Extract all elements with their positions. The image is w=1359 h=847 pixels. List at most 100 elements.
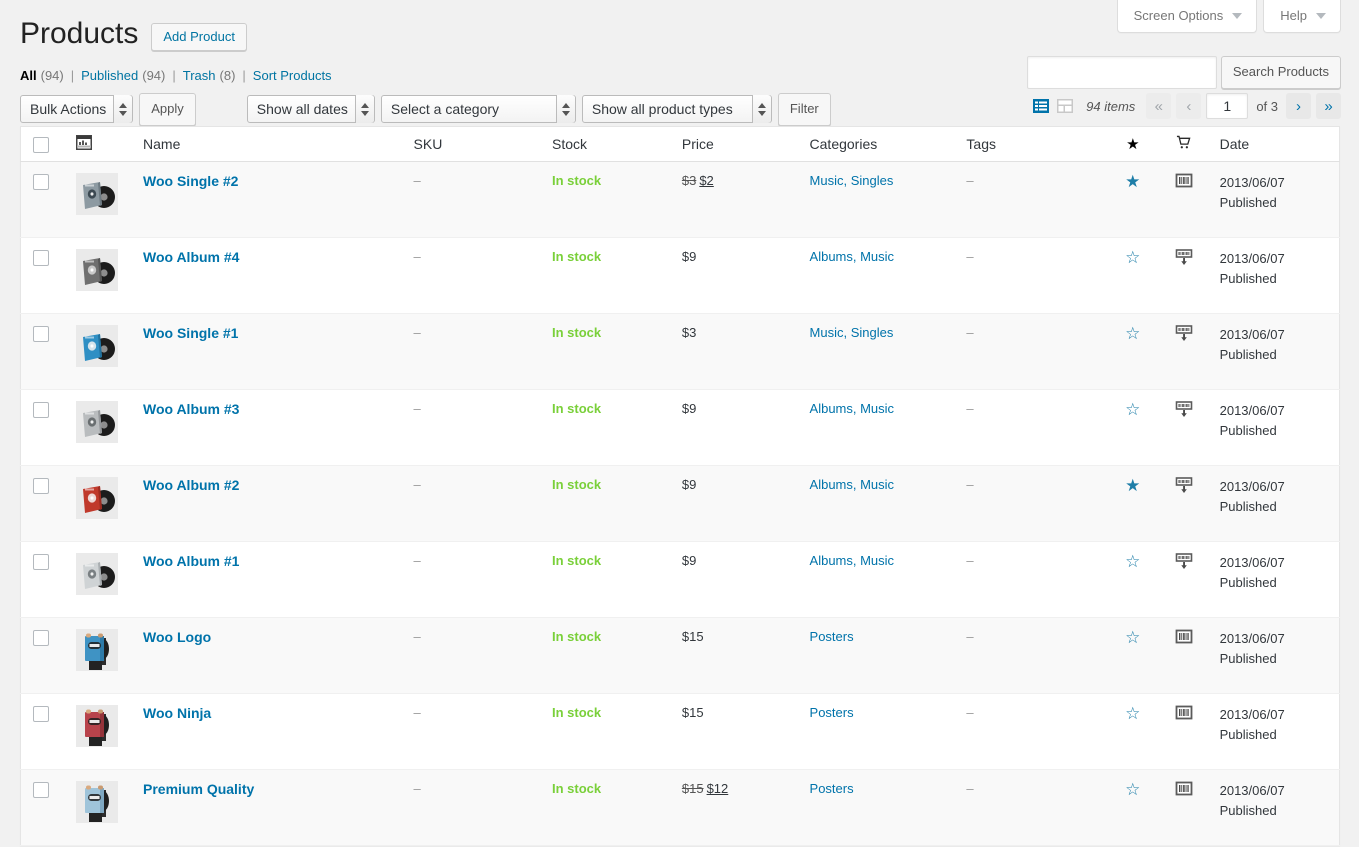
product-category-link[interactable]: Albums, Music bbox=[810, 477, 895, 492]
product-name-link[interactable]: Woo Ninja bbox=[143, 705, 211, 721]
sku-value: – bbox=[414, 629, 421, 644]
prev-page-button[interactable]: ‹ bbox=[1176, 93, 1201, 119]
featured-star-icon[interactable]: ☆ bbox=[1125, 248, 1140, 267]
product-category-link[interactable]: Music, Singles bbox=[810, 325, 894, 340]
product-category-link[interactable]: Albums, Music bbox=[810, 401, 895, 416]
excerpt-view-icon[interactable] bbox=[1055, 96, 1075, 116]
product-name-link[interactable]: Woo Album #2 bbox=[143, 477, 239, 493]
featured-star-icon[interactable]: ☆ bbox=[1125, 324, 1140, 343]
product-name-link[interactable]: Woo Album #1 bbox=[143, 553, 239, 569]
view-trash-link[interactable]: Trash bbox=[183, 68, 216, 83]
categories-header[interactable]: Categories bbox=[800, 127, 957, 162]
category-filter-select[interactable]: Select a category bbox=[381, 95, 576, 123]
sku-value: – bbox=[414, 477, 421, 492]
product-thumbnail[interactable] bbox=[76, 553, 118, 595]
featured-header[interactable]: ★ bbox=[1108, 127, 1158, 162]
table-row: Premium Quality – In stock $15$12 Poster… bbox=[21, 770, 1340, 846]
product-thumbnail[interactable] bbox=[76, 705, 118, 747]
date-header[interactable]: Date bbox=[1210, 127, 1340, 162]
row-date-cell: 2013/06/07 Published bbox=[1210, 618, 1340, 694]
product-thumbnail[interactable] bbox=[76, 629, 118, 671]
select-all-checkbox[interactable] bbox=[33, 137, 49, 153]
product-thumbnail[interactable] bbox=[76, 781, 118, 823]
product-name-link[interactable]: Woo Single #1 bbox=[143, 325, 238, 341]
row-stock-cell: In stock bbox=[542, 238, 672, 314]
row-select-cell bbox=[21, 238, 66, 314]
row-date-cell: 2013/06/07 Published bbox=[1210, 162, 1340, 238]
tags-value: – bbox=[966, 173, 973, 188]
product-category-link[interactable]: Posters bbox=[810, 705, 854, 720]
last-page-button[interactable]: » bbox=[1316, 93, 1341, 119]
row-sku-cell: – bbox=[404, 238, 543, 314]
simple-product-icon bbox=[1175, 633, 1193, 648]
table-row: Woo Album #3 – In stock $9 Albums, Music… bbox=[21, 390, 1340, 466]
product-thumbnail[interactable] bbox=[76, 249, 118, 291]
row-name-cell: Woo Album #1 bbox=[133, 542, 404, 618]
search-input[interactable] bbox=[1027, 56, 1217, 89]
view-published-link[interactable]: Published bbox=[81, 68, 138, 83]
date-filter-select[interactable]: Show all dates bbox=[247, 95, 375, 123]
product-type-filter-select[interactable]: Show all product types bbox=[582, 95, 772, 123]
help-tab[interactable]: Help bbox=[1263, 0, 1341, 33]
add-product-button[interactable]: Add Product bbox=[151, 23, 247, 51]
tags-header[interactable]: Tags bbox=[956, 127, 1107, 162]
product-name-link[interactable]: Woo Album #3 bbox=[143, 401, 239, 417]
product-category-link[interactable]: Music, Singles bbox=[810, 173, 894, 188]
next-page-button[interactable]: › bbox=[1286, 93, 1311, 119]
product-name-link[interactable]: Premium Quality bbox=[143, 781, 254, 797]
price-header[interactable]: Price bbox=[672, 127, 800, 162]
product-name-link[interactable]: Woo Logo bbox=[143, 629, 211, 645]
first-page-button[interactable]: « bbox=[1146, 93, 1171, 119]
product-thumbnail[interactable] bbox=[76, 401, 118, 443]
product-thumbnail[interactable] bbox=[76, 325, 118, 367]
featured-star-icon[interactable]: ★ bbox=[1125, 172, 1140, 191]
row-checkbox[interactable] bbox=[33, 630, 49, 646]
stock-header[interactable]: Stock bbox=[542, 127, 672, 162]
sort-products-link[interactable]: Sort Products bbox=[253, 68, 332, 83]
featured-star-icon[interactable]: ☆ bbox=[1125, 552, 1140, 571]
featured-star-icon[interactable]: ☆ bbox=[1125, 400, 1140, 419]
product-category-link[interactable]: Posters bbox=[810, 781, 854, 796]
row-checkbox[interactable] bbox=[33, 326, 49, 342]
table-body: Woo Single #2 – In stock $3$2 Music, Sin… bbox=[21, 162, 1340, 846]
featured-star-icon[interactable]: ☆ bbox=[1125, 780, 1140, 799]
product-thumbnail[interactable] bbox=[76, 477, 118, 519]
row-checkbox[interactable] bbox=[33, 554, 49, 570]
bulk-actions-select[interactable]: Bulk Actions bbox=[20, 95, 133, 123]
row-checkbox[interactable] bbox=[33, 250, 49, 266]
product-category-link[interactable]: Albums, Music bbox=[810, 249, 895, 264]
name-header[interactable]: Name bbox=[133, 127, 404, 162]
product-name-link[interactable]: Woo Single #2 bbox=[143, 173, 238, 189]
row-checkbox[interactable] bbox=[33, 402, 49, 418]
row-checkbox[interactable] bbox=[33, 706, 49, 722]
list-view-icon[interactable] bbox=[1031, 96, 1051, 116]
row-stock-cell: In stock bbox=[542, 694, 672, 770]
current-page-input[interactable] bbox=[1206, 93, 1248, 119]
product-thumbnail[interactable] bbox=[76, 173, 118, 215]
featured-star-icon[interactable]: ☆ bbox=[1125, 628, 1140, 647]
featured-star-icon[interactable]: ☆ bbox=[1125, 704, 1140, 723]
filter-button[interactable]: Filter bbox=[778, 93, 831, 126]
row-select-cell bbox=[21, 542, 66, 618]
row-thumbnail-cell bbox=[66, 694, 133, 770]
row-date-cell: 2013/06/07 Published bbox=[1210, 390, 1340, 466]
sku-header[interactable]: SKU bbox=[404, 127, 543, 162]
row-sku-cell: – bbox=[404, 694, 543, 770]
screen-options-tab[interactable]: Screen Options bbox=[1117, 0, 1258, 33]
row-checkbox[interactable] bbox=[33, 782, 49, 798]
row-categories-cell: Posters bbox=[800, 694, 957, 770]
product-category-link[interactable]: Posters bbox=[810, 629, 854, 644]
product-name-link[interactable]: Woo Album #4 bbox=[143, 249, 239, 265]
row-checkbox[interactable] bbox=[33, 174, 49, 190]
row-checkbox[interactable] bbox=[33, 478, 49, 494]
apply-button[interactable]: Apply bbox=[139, 93, 196, 126]
row-date-cell: 2013/06/07 Published bbox=[1210, 694, 1340, 770]
featured-star-icon[interactable]: ★ bbox=[1125, 476, 1140, 495]
tags-value: – bbox=[966, 249, 973, 264]
product-category-link[interactable]: Albums, Music bbox=[810, 553, 895, 568]
search-products-button[interactable]: Search Products bbox=[1221, 56, 1341, 89]
row-categories-cell: Music, Singles bbox=[800, 162, 957, 238]
stock-status: In stock bbox=[552, 325, 601, 340]
screen-meta-links: Screen Options Help bbox=[1117, 0, 1341, 33]
view-all-link[interactable]: All bbox=[20, 68, 37, 83]
